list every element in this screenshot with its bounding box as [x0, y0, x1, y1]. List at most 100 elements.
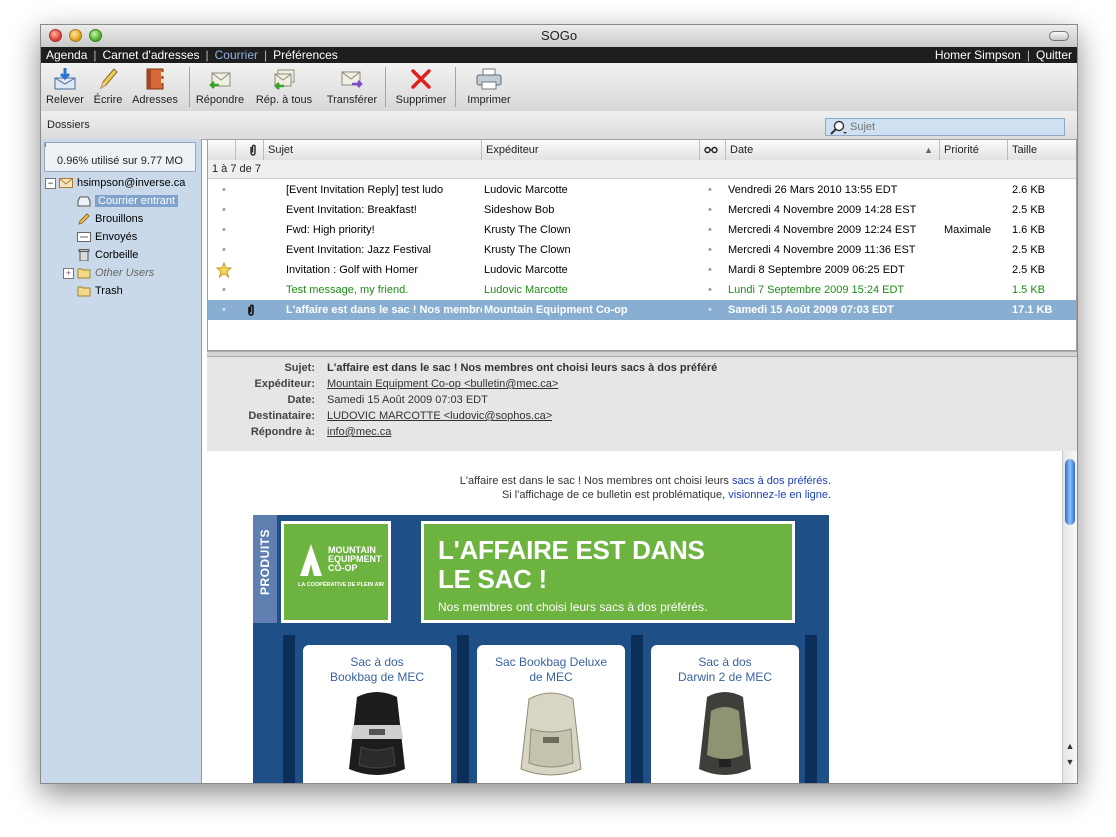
scroll-up-arrow-icon[interactable]: ▲ [1063, 739, 1077, 753]
column-subject[interactable]: Sujet [264, 140, 482, 160]
message-from: Mountain Equipment Co-op [484, 304, 628, 316]
promo-subline: Nos membres ont choisi leurs sacs à dos … [438, 600, 708, 614]
scroll-down-arrow-icon[interactable]: ▼ [1063, 755, 1077, 769]
quota-text: 0.96% utilisé sur 9.77 MO [57, 155, 183, 167]
folder-sent[interactable]: Envoyés [77, 229, 137, 245]
column-date-label: Date [730, 144, 754, 156]
folder-trash[interactable]: Trash [77, 283, 123, 299]
header-reply-to-link[interactable]: info@mec.ca [327, 426, 391, 438]
nav-agenda[interactable]: Agenda [46, 48, 87, 62]
header-from-link[interactable]: Mountain Equipment Co-op <bulletin@mec.c… [327, 378, 558, 390]
grey-backpack-image [699, 692, 751, 775]
email-view-online-link[interactable]: visionnez-le en ligne [728, 489, 828, 501]
product-card[interactable]: Sac à dos Bookbag de MEC [303, 645, 451, 783]
delete-button[interactable]: Supprimer [391, 66, 451, 106]
column-from[interactable]: Expéditeur [482, 140, 700, 160]
email-intro-text: L'affaire est dans le sac ! Nos membres … [459, 475, 732, 487]
search-box[interactable] [825, 118, 1065, 136]
unread-dot-icon[interactable]: • [222, 180, 242, 200]
quota-indicator: 0.96% utilisé sur 9.77 MO [44, 142, 196, 172]
logout-link[interactable]: Quitter [1036, 48, 1072, 62]
folder-drafts-label: Brouillons [95, 213, 144, 225]
message-row[interactable]: • L'affaire est dans le sac ! Nos membre M… [208, 300, 1076, 320]
inbox-tray-icon [77, 196, 91, 207]
search-input[interactable] [850, 120, 1060, 134]
read-status-dot-icon[interactable]: • [708, 240, 720, 260]
unread-dot-icon[interactable]: • [222, 200, 242, 220]
toolbar-toggle-button[interactable] [1049, 31, 1069, 41]
close-window-button[interactable] [49, 29, 62, 42]
folder-drafts[interactable]: Brouillons [77, 211, 143, 227]
folder-trash-fr[interactable]: Corbeille [77, 247, 138, 263]
read-status-dot-icon[interactable]: • [708, 260, 720, 280]
unread-dot-icon[interactable]: • [222, 300, 242, 320]
get-mail-icon [51, 66, 79, 92]
address-book-label: Adresses [132, 94, 178, 106]
message-size: 1.5 KB [1012, 284, 1046, 296]
print-button[interactable]: Imprimer [461, 66, 517, 106]
message-subject: Fwd: High priority! [286, 224, 375, 236]
promo-headline-block[interactable]: L'AFFAIRE EST DANS LE SAC ! Nos membres … [421, 521, 795, 623]
unread-dot-icon[interactable]: • [222, 220, 242, 240]
promo-divider [631, 635, 643, 783]
read-status-dot-icon[interactable]: • [708, 300, 720, 320]
message-body-scrollbar[interactable]: ▲ ▼ [1062, 451, 1077, 783]
message-subject: Event Invitation: Breakfast! [286, 204, 417, 216]
collapse-toggle-icon[interactable]: − [45, 177, 56, 189]
reply-button[interactable]: Répondre [193, 66, 247, 106]
column-attachment[interactable] [236, 140, 264, 160]
reply-icon [206, 66, 234, 92]
get-mail-button[interactable]: Relever [45, 66, 85, 106]
column-priority[interactable]: Priorité [940, 140, 1008, 160]
message-row[interactable]: Invitation : Golf with Homer Ludovic Marc… [208, 260, 1076, 280]
search-icon[interactable] [829, 120, 847, 135]
message-row[interactable]: • Fwd: High priority! Krusty The Clown • Mer… [208, 220, 1076, 240]
expand-toggle-icon[interactable]: + [63, 267, 74, 279]
forward-icon [338, 66, 366, 92]
message-from: Krusty The Clown [484, 224, 571, 236]
message-row[interactable]: • Event Invitation: Jazz Festival Krusty T… [208, 240, 1076, 260]
account-node[interactable]: − hsimpson@inverse.ca [45, 175, 185, 191]
minimize-window-button[interactable] [69, 29, 82, 42]
column-thread[interactable] [700, 140, 726, 160]
read-status-dot-icon[interactable]: • [708, 180, 720, 200]
zoom-window-button[interactable] [89, 29, 102, 42]
folder-other-users[interactable]: + Other Users [63, 265, 154, 281]
header-reply-to-label: Répondre à: [250, 426, 315, 438]
address-book-icon [141, 66, 169, 92]
column-size[interactable]: Taille [1008, 140, 1076, 160]
pencil-icon [94, 66, 122, 92]
nav-address-book[interactable]: Carnet d'adresses [103, 48, 200, 62]
nav-mail[interactable]: Courrier [215, 48, 258, 62]
message-subject: L'affaire est dans le sac ! Nos membre [286, 304, 482, 316]
mec-logo[interactable]: MOUNTAIN EQUIPMENT CO-OP LA COOPÉRATIVE … [281, 521, 391, 623]
read-status-dot-icon[interactable]: • [708, 220, 720, 240]
column-flag[interactable] [208, 140, 236, 160]
reply-all-button[interactable]: Rép. à tous [253, 66, 315, 106]
email-backpacks-link[interactable]: sacs à dos préférés [732, 475, 828, 487]
folder-trash-fr-label: Corbeille [95, 249, 139, 261]
unread-dot-icon[interactable]: • [222, 240, 242, 260]
product-card[interactable]: Sac Bookbag Deluxe de MEC [477, 645, 625, 783]
folders-label: Dossiers [47, 119, 90, 131]
unread-dot-icon[interactable]: • [222, 280, 242, 300]
read-status-dot-icon[interactable]: • [708, 200, 720, 220]
nav-preferences[interactable]: Préférences [273, 48, 338, 62]
read-status-dot-icon[interactable]: • [708, 280, 720, 300]
scrollbar-thumb[interactable] [1065, 459, 1075, 525]
header-to-link[interactable]: LUDOVIC MARCOTTE <ludovic@sophos.ca> [327, 410, 552, 422]
folder-inbox-label: Courrier entrant [95, 195, 179, 207]
message-row[interactable]: • Event Invitation: Breakfast! Sideshow Bo… [208, 200, 1076, 220]
message-date: Lundi 7 Septembre 2009 15:24 EDT [728, 284, 905, 296]
address-book-button[interactable]: Adresses [129, 66, 181, 106]
folder-other-users-label: Other Users [95, 267, 155, 279]
compose-button[interactable]: Écrire [91, 66, 125, 106]
product-card[interactable]: Sac à dos Darwin 2 de MEC [651, 645, 799, 783]
message-row[interactable]: • [Event Invitation Reply] test ludo Ludov… [208, 180, 1076, 200]
folder-inbox[interactable]: Courrier entrant [77, 193, 179, 209]
forward-button[interactable]: Transférer [321, 66, 383, 106]
products-side-tab[interactable]: PRODUITS [253, 515, 277, 623]
message-row[interactable]: • Test message, my friend. Ludovic Marcott… [208, 280, 1076, 300]
message-subject: Event Invitation: Jazz Festival [286, 244, 431, 256]
column-date[interactable]: Date ▲ [726, 140, 940, 160]
